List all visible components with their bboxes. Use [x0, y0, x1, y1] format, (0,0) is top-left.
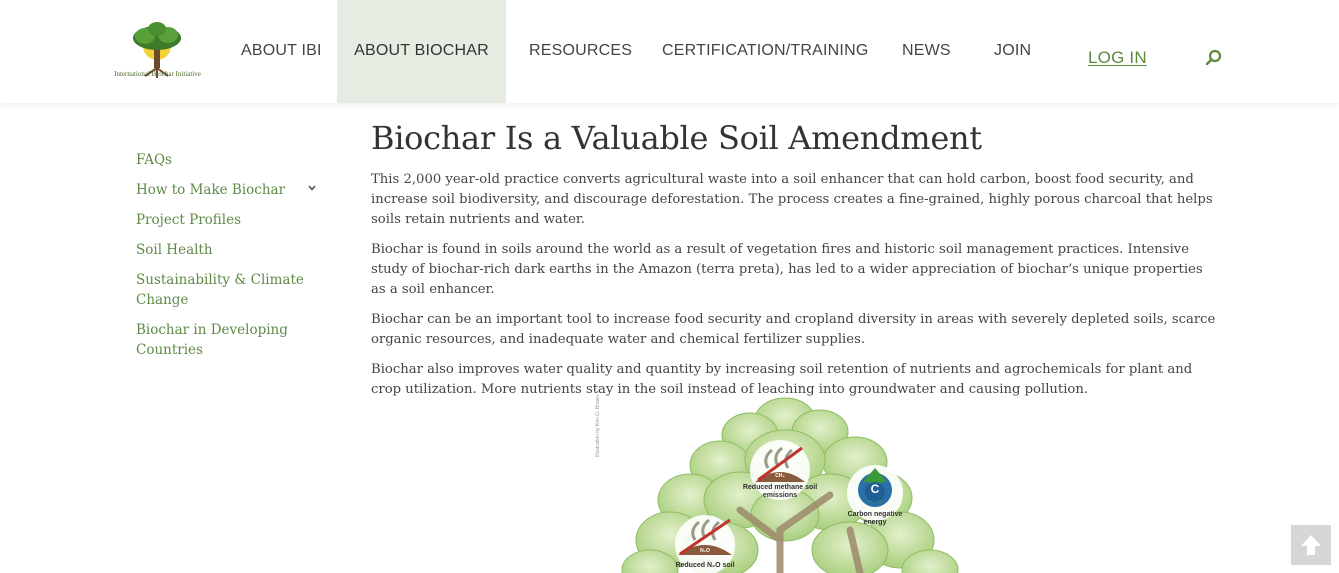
biochar-infographic: CH₄ Reduced methane soil emissions C Car… [590, 390, 980, 573]
paragraph-history: Biochar is found in soils around the wor… [371, 242, 1203, 297]
nav-label: ABOUT IBI [241, 42, 322, 59]
tree-illustration [621, 397, 959, 573]
sidebar-item-label: Sustainability & Climate Change [136, 272, 304, 308]
carbon-label: Carbon negative energy [847, 511, 903, 526]
n2o-label: Reduced N₂O soil [675, 562, 735, 569]
sidebar-item-label: Project Profiles [136, 212, 242, 228]
sidebar-item-project-profiles[interactable]: Project Profiles [136, 210, 326, 230]
sidebar-item-how-to-make-biochar[interactable]: How to Make Biochar [136, 180, 326, 200]
nav-certification-training[interactable]: CERTIFICATION/TRAINING [662, 0, 868, 103]
sidebar-item-soil-health[interactable]: Soil Health [136, 240, 326, 260]
n2o-gas-label: N₂O [700, 548, 710, 554]
main-content: Biochar Is a Valuable Soil Amendment Thi… [371, 116, 1216, 410]
nav-about-biochar[interactable]: ABOUT BIOCHAR [337, 0, 506, 103]
paragraph-food-security: Biochar can be an important tool to incr… [371, 312, 1216, 347]
sidebar-item-label: Biochar in Developing Countries [136, 322, 288, 358]
sidebar-item-biochar-developing-countries[interactable]: Biochar in Developing Countries [136, 320, 296, 360]
carbon-letter: C [870, 482, 880, 496]
sidebar-item-label: Soil Health [136, 242, 213, 258]
nav-news[interactable]: NEWS [902, 0, 951, 103]
site-logo[interactable]: International Biochar Initiative [110, 18, 205, 84]
sidebar-item-label: How to Make Biochar [136, 182, 286, 198]
sidebar-nav: FAQs How to Make Biochar Project Profile… [136, 150, 326, 370]
nav-label: CERTIFICATION/TRAINING [662, 42, 869, 59]
sidebar-item-sustainability-climate-change[interactable]: Sustainability & Climate Change [136, 270, 306, 310]
nav-label: ABOUT BIOCHAR [354, 42, 489, 59]
arrow-up-icon [1301, 535, 1321, 555]
methane-gas-label: CH₄ [775, 473, 785, 479]
nav-label: NEWS [902, 42, 951, 59]
site-header: International Biochar Initiative ABOUT I… [0, 0, 1339, 103]
logo-text: International Biochar Initiative [114, 70, 201, 78]
login-link[interactable]: LOG IN [1088, 7, 1147, 103]
search-icon[interactable] [1204, 48, 1224, 68]
paragraph-intro: This 2,000 year-old practice converts ag… [371, 172, 1213, 227]
methane-label: Reduced methane soil emissions [742, 484, 818, 499]
nav-label: JOIN [994, 42, 1032, 59]
page-title: Biochar Is a Valuable Soil Amendment [371, 119, 982, 157]
sidebar-item-label: FAQs [136, 152, 172, 168]
back-to-top-button[interactable] [1291, 525, 1331, 565]
chevron-down-icon[interactable] [307, 183, 317, 193]
nav-resources[interactable]: RESOURCES [529, 0, 632, 103]
sidebar-item-faqs[interactable]: FAQs [136, 150, 326, 170]
nav-about-ibi[interactable]: ABOUT IBI [241, 0, 322, 103]
nav-join[interactable]: JOIN [994, 0, 1031, 103]
login-label: LOG IN [1088, 48, 1147, 67]
nav-label: RESOURCES [529, 42, 633, 59]
